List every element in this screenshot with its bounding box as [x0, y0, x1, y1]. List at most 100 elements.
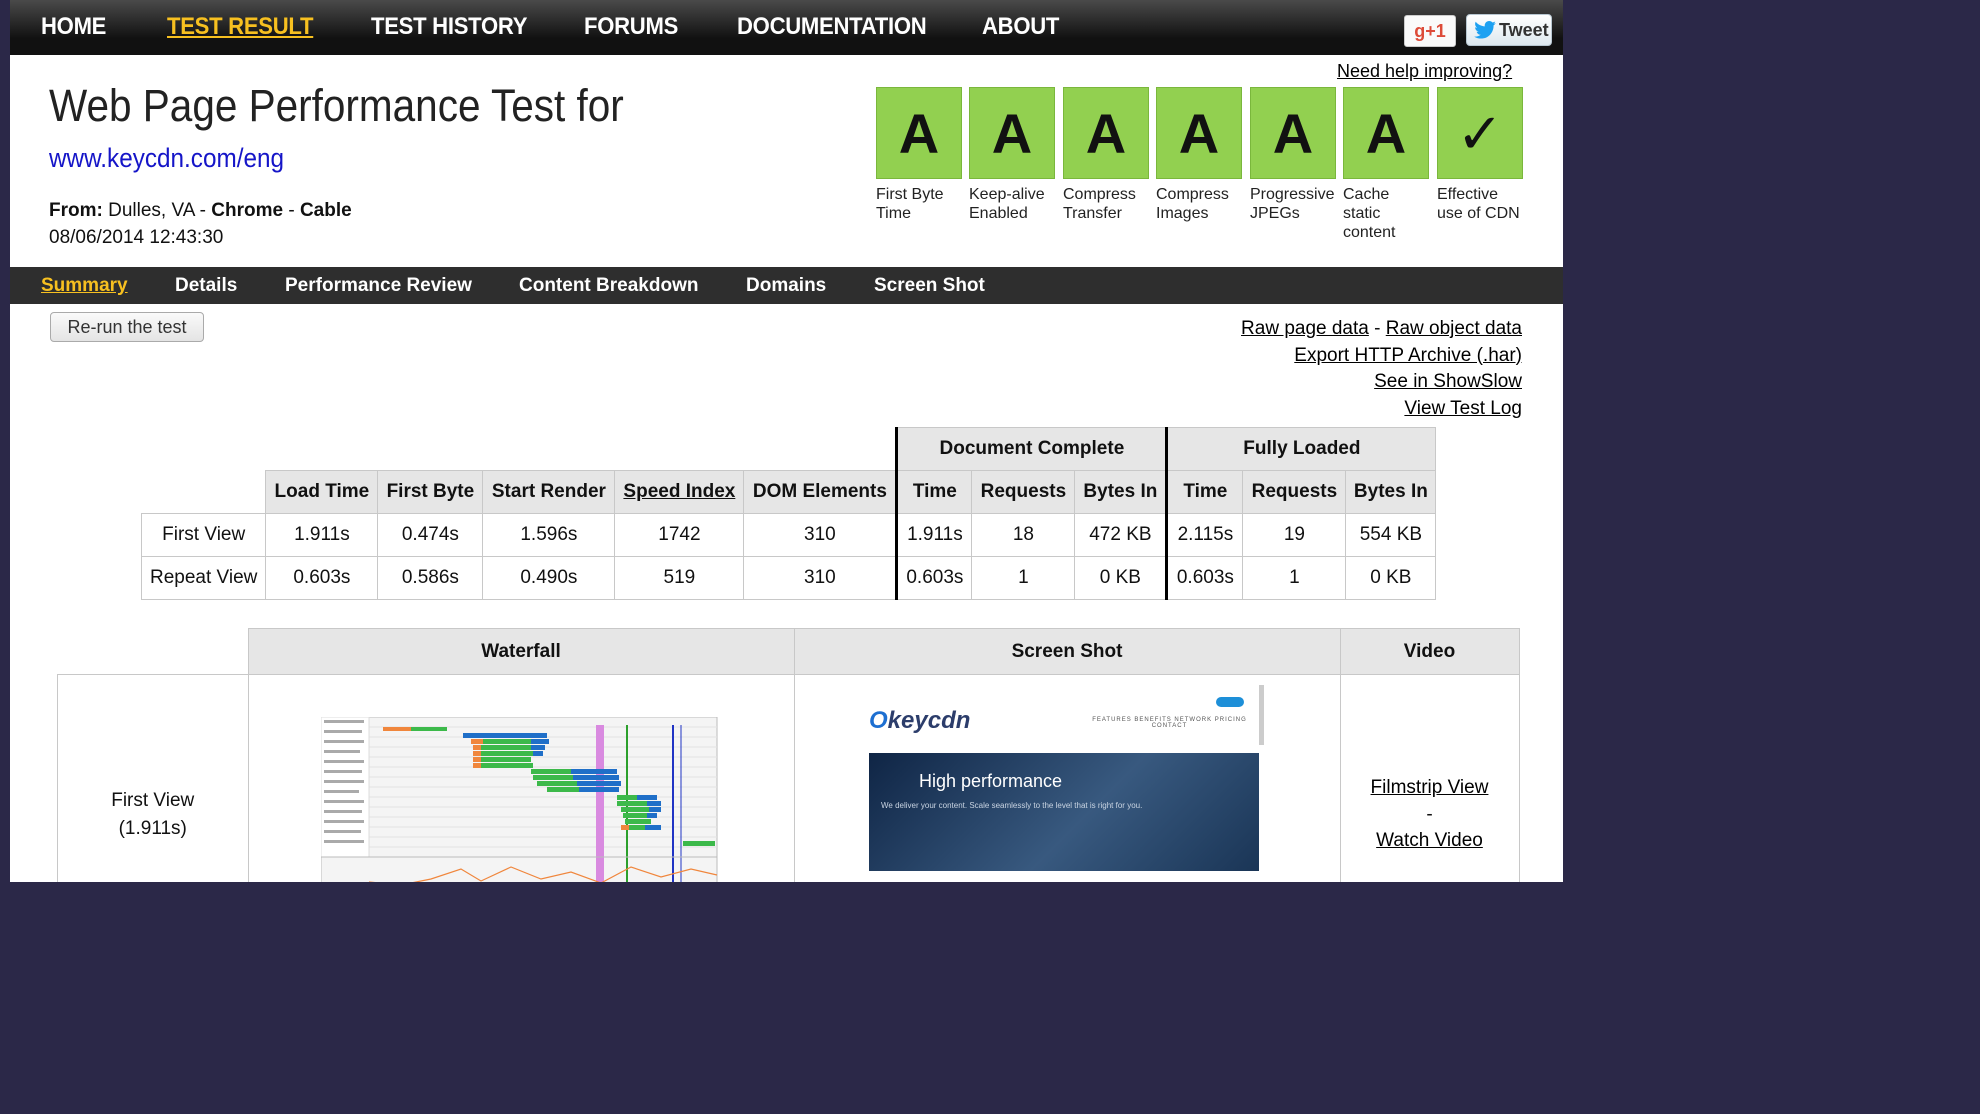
- tab-performance-review[interactable]: Performance Review: [285, 275, 472, 297]
- tweet-label: Tweet: [1499, 20, 1549, 40]
- col-full-bytes: Bytes In: [1345, 470, 1437, 514]
- media-row: First View (1.911s) Okeycdn FEATURES BEN…: [57, 674, 1520, 882]
- grade-keep-alive[interactable]: A Keep-alive Enabled: [969, 87, 1055, 223]
- screenshot-header: Screen Shot: [793, 628, 1341, 675]
- video-links: Filmstrip View - Watch Video: [1342, 775, 1518, 855]
- table-cell: 0 KB: [1074, 556, 1168, 600]
- nav-test-result[interactable]: TEST RESULT: [167, 13, 313, 41]
- screenshot-scrollbar: [1259, 685, 1264, 745]
- table-cell: 1: [971, 556, 1076, 600]
- table-cell: 0.603s: [265, 556, 379, 600]
- table-cell: 1.911s: [265, 513, 379, 557]
- grade-box: A: [1250, 87, 1336, 179]
- tab-domains[interactable]: Domains: [746, 275, 826, 297]
- col-start-render: Start Render: [482, 470, 616, 514]
- nav-test-history[interactable]: TEST HISTORY: [371, 13, 527, 41]
- grade-cdn[interactable]: ✓ Effective use of CDN: [1437, 87, 1523, 223]
- table-cell: 19: [1242, 513, 1347, 557]
- waterfall-cell[interactable]: [247, 674, 795, 882]
- col-full-time: Time: [1165, 470, 1244, 514]
- grade-compress-images[interactable]: A Compress Images: [1156, 87, 1242, 223]
- rerun-test-button[interactable]: Re-run the test: [50, 312, 204, 342]
- from-separator: -: [283, 200, 300, 221]
- col-load-time: Load Time: [265, 470, 379, 514]
- grade-label: Keep-alive Enabled: [969, 186, 1045, 222]
- grade-label: Effective use of CDN: [1437, 186, 1520, 222]
- waterfall-header: Waterfall: [247, 628, 795, 675]
- grade-label: Cache static content: [1343, 186, 1396, 241]
- table-row: Repeat View 0.603s 0.586s 0.490s 519 310…: [140, 556, 1437, 600]
- showslow-link[interactable]: See in ShowSlow: [1374, 371, 1522, 392]
- col-speed-index[interactable]: Speed Index: [614, 470, 745, 514]
- table-cell: 310: [743, 513, 898, 557]
- grade-label: Progressive JPEGs: [1250, 186, 1335, 222]
- hero-text: We deliver your content. Scale seamlessl…: [881, 801, 1143, 810]
- table-cell: 472 KB: [1074, 513, 1168, 557]
- empty-cell: [141, 470, 266, 514]
- table-group-row: Document Complete Fully Loaded: [141, 427, 1437, 471]
- col-full-requests: Requests: [1242, 470, 1347, 514]
- row-label: First View: [140, 513, 267, 557]
- screenshot-cell[interactable]: Okeycdn FEATURES BENEFITS NETWORK PRICIN…: [793, 674, 1341, 882]
- watch-video-link[interactable]: Watch Video: [1376, 830, 1483, 851]
- export-har-link[interactable]: Export HTTP Archive (.har): [1294, 345, 1522, 366]
- grade-label: Compress Transfer: [1063, 186, 1136, 222]
- twitter-bird-icon: [1474, 21, 1496, 39]
- first-view-time: (1.911s): [118, 818, 187, 839]
- col-doc-bytes: Bytes In: [1074, 470, 1168, 514]
- view-test-log-link[interactable]: View Test Log: [1404, 398, 1522, 419]
- tab-summary[interactable]: Summary: [41, 275, 128, 297]
- tab-content-breakdown[interactable]: Content Breakdown: [519, 275, 698, 297]
- table-cell: 554 KB: [1345, 513, 1437, 557]
- table-cell: 1.911s: [895, 513, 973, 557]
- tested-url-link[interactable]: www.keycdn.com/eng: [49, 143, 284, 174]
- col-doc-time: Time: [895, 470, 973, 514]
- test-date: 08/06/2014 12:43:30: [49, 227, 224, 248]
- help-improving-link[interactable]: Need help improving?: [1337, 61, 1512, 82]
- raw-page-data-link[interactable]: Raw page data: [1241, 318, 1369, 339]
- browser-name: Chrome: [211, 200, 284, 221]
- tab-details[interactable]: Details: [175, 275, 237, 297]
- screenshot-nav: FEATURES BENEFITS NETWORK PRICING CONTAC…: [1092, 717, 1247, 729]
- waterfall-thumbnail[interactable]: [321, 717, 721, 882]
- screenshot-hero: High performance We deliver your content…: [869, 753, 1259, 871]
- hero-title: High performance: [919, 771, 1063, 791]
- table-cell: 18: [971, 513, 1076, 557]
- nav-documentation[interactable]: DOCUMENTATION: [737, 13, 927, 41]
- grade-compress-transfer[interactable]: A Compress Transfer: [1063, 87, 1149, 223]
- table-header-row: Load Time First Byte Start Render Speed …: [141, 470, 1437, 514]
- grade-box: A: [876, 87, 962, 179]
- grade-label: Compress Images: [1156, 186, 1229, 222]
- filmstrip-view-link[interactable]: Filmstrip View: [1371, 777, 1489, 798]
- nav-home[interactable]: HOME: [41, 13, 106, 41]
- col-dom-elements: DOM Elements: [743, 470, 898, 514]
- raw-object-data-link[interactable]: Raw object data: [1386, 318, 1522, 339]
- table-cell: 0 KB: [1345, 556, 1437, 600]
- table-cell: 0.603s: [895, 556, 973, 600]
- video-header: Video: [1339, 628, 1520, 675]
- tab-screen-shot[interactable]: Screen Shot: [874, 275, 985, 297]
- test-location: From: Dulles, VA - Chrome - Cable: [49, 200, 352, 222]
- speed-index-link[interactable]: Speed Index: [623, 481, 735, 502]
- table-cell: 1742: [614, 513, 745, 557]
- nav-about[interactable]: ABOUT: [982, 13, 1059, 41]
- grade-cache-static[interactable]: A Cache static content: [1343, 87, 1429, 242]
- tweet-button[interactable]: Tweet: [1466, 14, 1552, 46]
- grade-box: A: [1063, 87, 1149, 179]
- data-links: Raw page data - Raw object data Export H…: [1241, 316, 1522, 422]
- nav-forums[interactable]: FORUMS: [584, 13, 678, 41]
- table-row: First View 1.911s 0.474s 1.596s 1742 310…: [140, 513, 1437, 557]
- result-tabs: Summary Details Performance Review Conte…: [10, 267, 1563, 304]
- row-label: Repeat View: [140, 556, 267, 600]
- page: HOME TEST RESULT TEST HISTORY FORUMS DOC…: [10, 0, 1563, 882]
- google-plus-button[interactable]: g+1: [1404, 15, 1456, 47]
- grade-progressive-jpegs[interactable]: A Progressive JPEGs: [1250, 87, 1336, 223]
- table-cell: 2.115s: [1165, 513, 1244, 557]
- video-separator: -: [1426, 803, 1433, 825]
- page-screenshot[interactable]: Okeycdn FEATURES BENEFITS NETWORK PRICIN…: [869, 685, 1265, 882]
- fully-loaded-header: Fully Loaded: [1165, 427, 1437, 471]
- grade-first-byte-time[interactable]: A First Byte Time: [876, 87, 962, 223]
- keycdn-logo: Okeycdn: [869, 707, 971, 734]
- from-location: Dulles, VA -: [108, 200, 212, 221]
- results-table: Document Complete Fully Loaded Load Time…: [140, 427, 1437, 600]
